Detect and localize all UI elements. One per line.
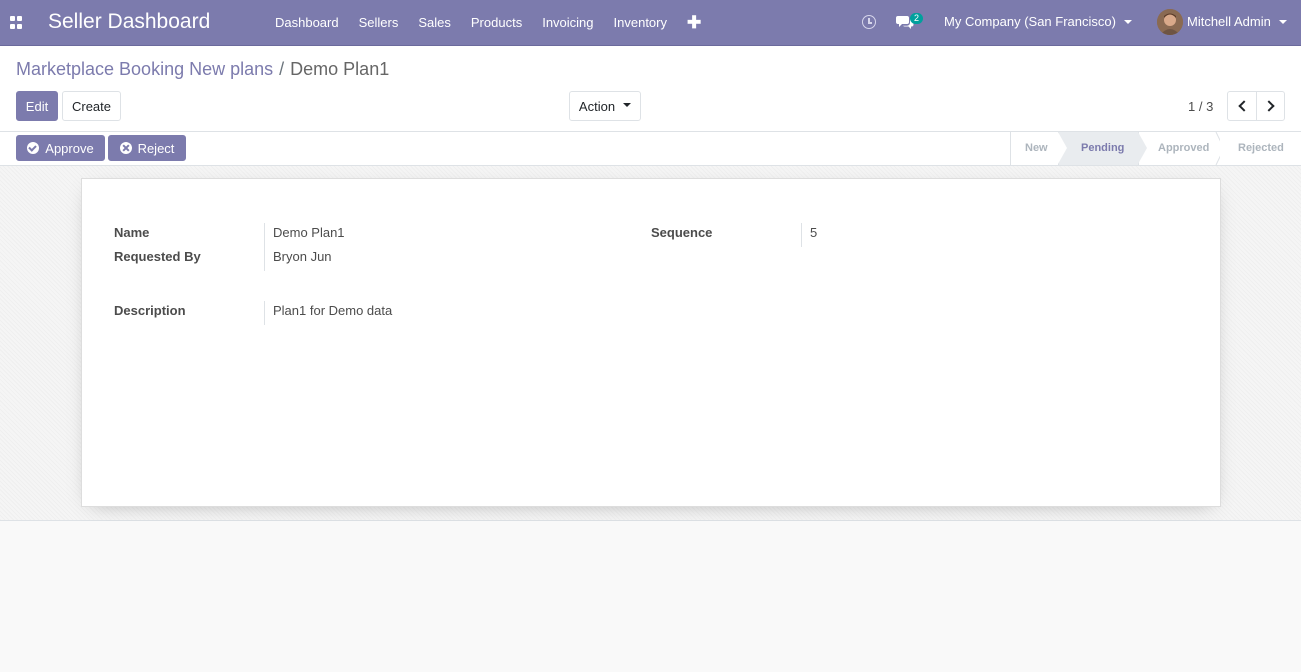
stage-pending-label: Pending (1081, 142, 1125, 154)
chat-count-badge: 2 (910, 13, 924, 24)
company-name: My Company (San Francisco) (944, 14, 1116, 29)
requested-by-label: Requested By (114, 249, 201, 264)
description-label: Description (114, 303, 186, 318)
menu-item-invoicing[interactable]: Invoicing (532, 0, 603, 46)
breadcrumb-separator: / (279, 59, 285, 79)
pager-previous-button[interactable] (1227, 91, 1257, 121)
breadcrumb: Marketplace Booking New plans / Demo Plan1 (16, 59, 389, 80)
control-panel: Marketplace Booking New plans / Demo Plan1… (0, 46, 1301, 132)
sequence-value: 5 (810, 225, 818, 240)
menu-item-dashboard[interactable]: Dashboard (265, 0, 349, 46)
action-dropdown[interactable]: Action (569, 91, 641, 121)
top-navbar: Seller Dashboard Dashboard Sellers Sales… (0, 0, 1301, 46)
approve-label: Approve (45, 140, 94, 156)
menu-item-inventory[interactable]: Inventory (604, 0, 677, 46)
app-brand[interactable]: Seller Dashboard (48, 10, 210, 34)
menu-item-sales[interactable]: Sales (408, 0, 461, 46)
main-menu: Dashboard Sellers Sales Products Invoici… (265, 0, 711, 46)
reject-label: Reject (137, 140, 175, 156)
pager-value[interactable]: 1 / 3 (1188, 99, 1213, 114)
stage-pending[interactable]: Pending (1058, 132, 1147, 165)
stage-approved[interactable]: Approved (1138, 132, 1220, 165)
menu-item-sellers[interactable]: Sellers (349, 0, 409, 46)
chevron-left-icon (1237, 100, 1250, 112)
check-circle-icon (27, 142, 40, 154)
user-menu[interactable]: Mitchell Admin (1187, 0, 1287, 44)
approve-button[interactable]: Approve (16, 135, 105, 161)
requested-by-value[interactable]: Bryon Jun (273, 249, 332, 264)
breadcrumb-parent[interactable]: Marketplace Booking New plans (16, 59, 273, 79)
page-bottom (0, 521, 1301, 672)
stage-rejected[interactable]: Rejected (1220, 132, 1301, 165)
avatar-image (1157, 9, 1183, 35)
stage-pipeline: New Pending Approved Rejected (1010, 132, 1301, 165)
menu-item-products[interactable]: Products (461, 0, 532, 46)
plus-icon[interactable]: ✚ (677, 0, 711, 46)
description-value: Plan1 for Demo data (273, 303, 393, 318)
chevron-right-icon (1263, 100, 1275, 112)
user-name: Mitchell Admin (1187, 14, 1271, 29)
stage-new[interactable]: New (1010, 132, 1058, 165)
company-switcher[interactable]: My Company (San Francisco) (944, 0, 1132, 44)
sequence-label: Sequence (651, 225, 713, 240)
status-bar: Approve Reject New Pending Approved Reje… (0, 132, 1301, 166)
form-background: Name Demo Plan1 Requested By Bryon Jun S… (0, 166, 1301, 521)
clock-icon[interactable] (862, 15, 876, 29)
user-avatar[interactable] (1157, 9, 1183, 35)
sequence-field: 5 (801, 223, 1001, 247)
times-circle-icon (119, 142, 132, 154)
name-label: Name (114, 225, 150, 240)
pager-next-button[interactable] (1256, 91, 1285, 121)
reject-button[interactable]: Reject (108, 135, 186, 161)
description-field: Plan1 for Demo data (264, 301, 664, 325)
name-value: Demo Plan1 (273, 225, 345, 240)
stage-approved-label: Approved (1158, 142, 1210, 154)
edit-button[interactable]: Edit (16, 91, 58, 121)
apps-menu-icon[interactable] (10, 16, 23, 29)
create-button[interactable]: Create (62, 91, 121, 121)
form-sheet: Name Demo Plan1 Requested By Bryon Jun S… (81, 178, 1221, 507)
breadcrumb-current: Demo Plan1 (290, 59, 390, 79)
requested-by-field: Bryon Jun (264, 247, 564, 271)
action-label: Action (578, 98, 616, 114)
caret-down-icon (623, 103, 632, 107)
caret-down-icon (1278, 19, 1287, 24)
name-field: Demo Plan1 (264, 223, 564, 247)
caret-down-icon (1123, 19, 1132, 24)
